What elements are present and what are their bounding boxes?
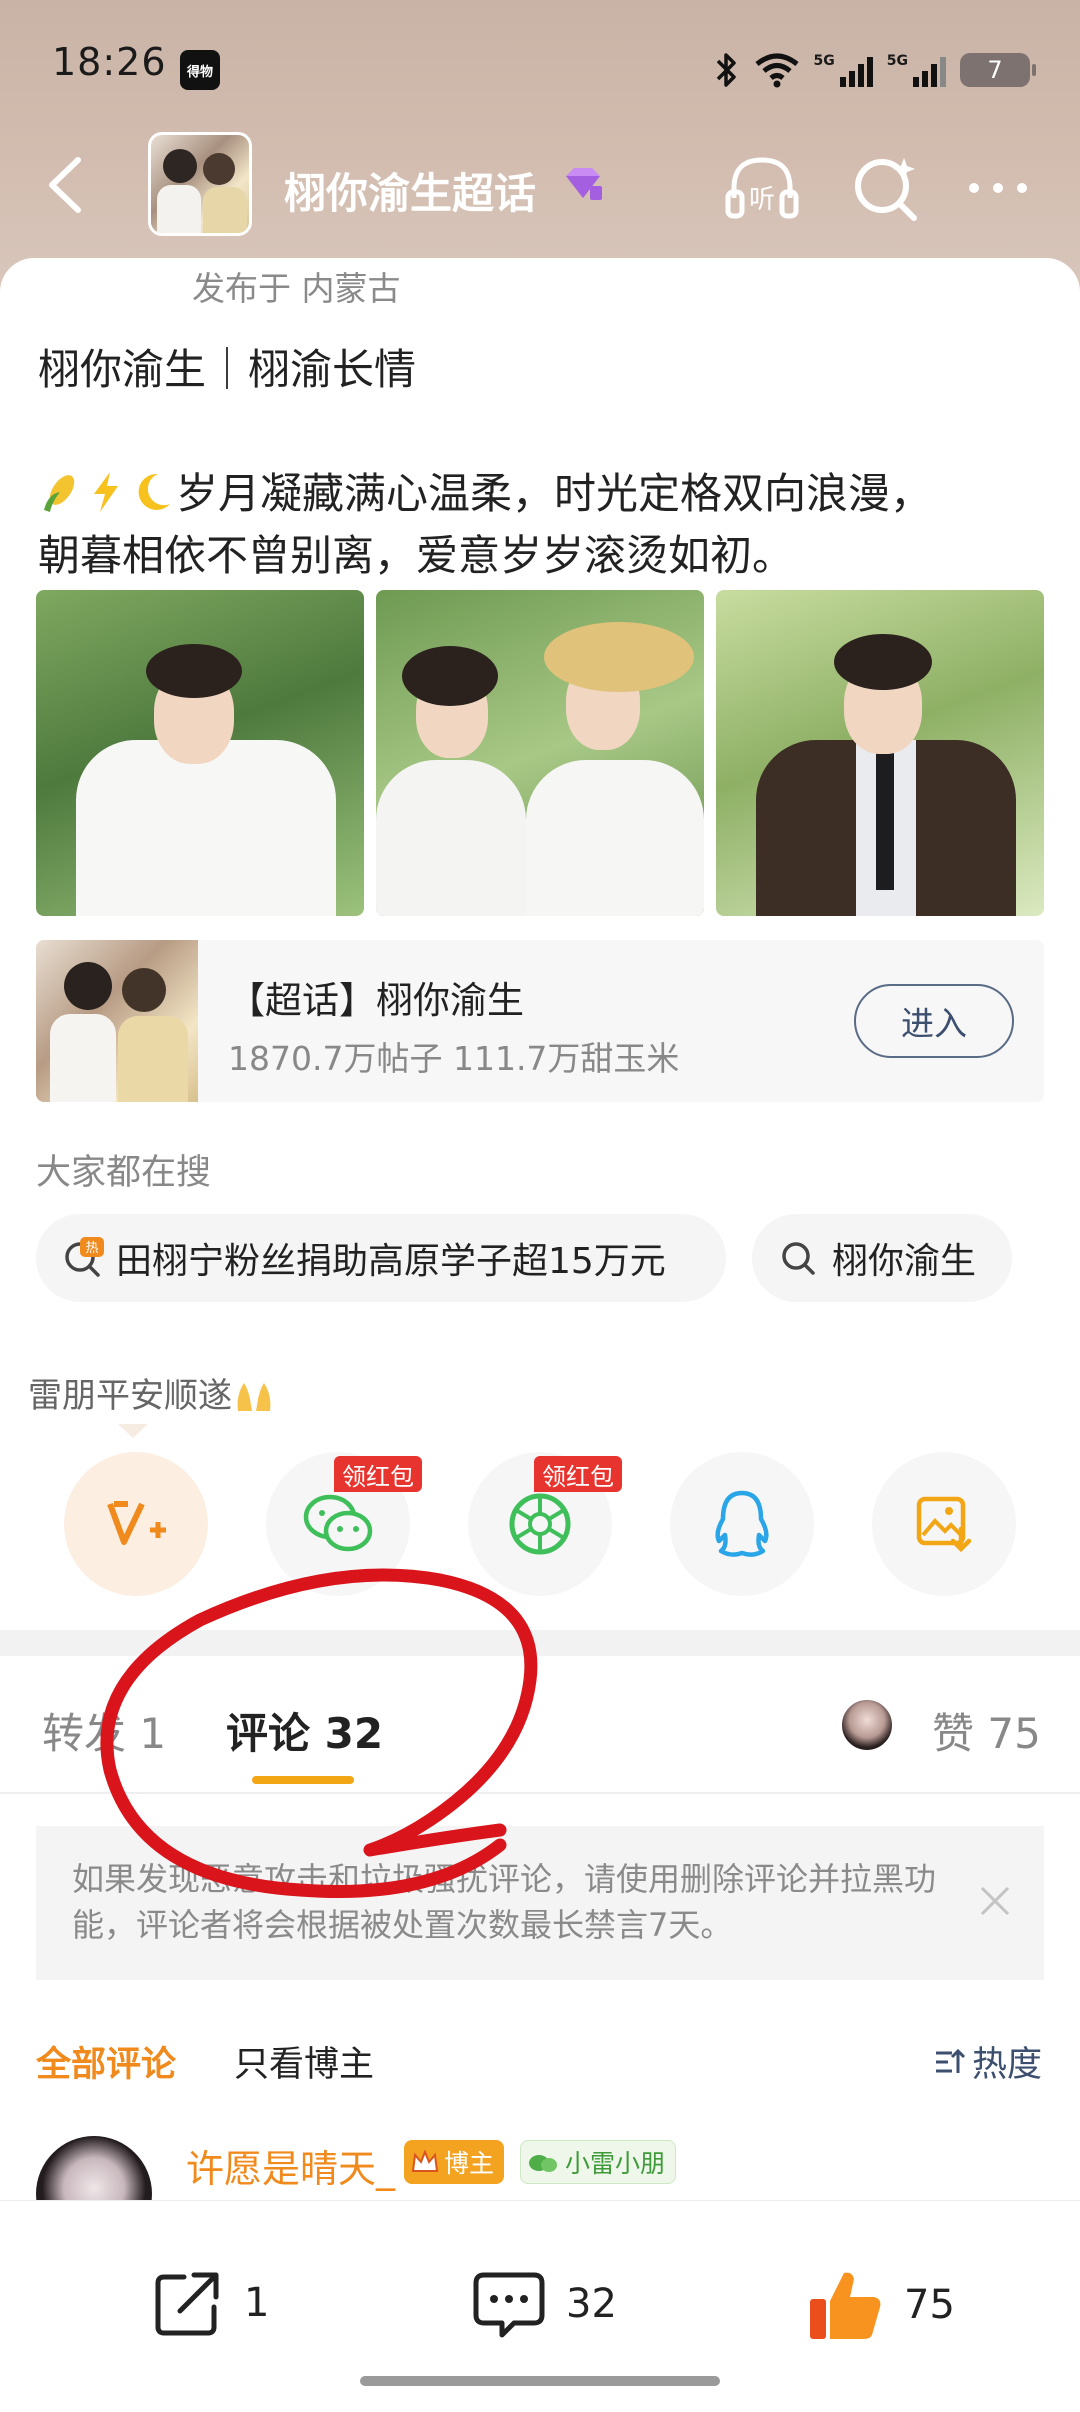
v-plus-icon [107, 1501, 166, 1545]
repost-icon [155, 2272, 219, 2336]
blogger-badge-label: 博主 [444, 2149, 495, 2178]
post-text-line-3: 朝暮相依不曾别离，爱意岁岁滚烫如初。 [38, 531, 795, 580]
repost-action[interactable]: 1 [150, 2265, 269, 2341]
hint-pointer-icon [118, 1424, 148, 1438]
commenter-name[interactable]: 许愿是晴天_ [186, 2138, 395, 2193]
enter-topic-button[interactable]: 进入 [854, 984, 1014, 1058]
super-topic-title: 【超话】栩你渝生 [228, 979, 524, 1022]
cellular-signal-2: 5G [887, 53, 946, 87]
leaf-icon [529, 2155, 557, 2172]
svg-text:热: 热 [85, 1241, 98, 1256]
tab-repost[interactable]: 转发 1 [42, 1700, 166, 1761]
trending-search-chip-1[interactable]: 热 田栩宁粉丝捐助高原学子超15万元 [36, 1214, 726, 1302]
comment-icon [473, 2272, 545, 2338]
battery-indicator: 7 [960, 53, 1036, 87]
listen-headphones-icon[interactable]: 听 [722, 148, 802, 228]
filter-author-only[interactable]: 只看博主 [234, 2036, 374, 2087]
home-indicator [360, 2376, 720, 2386]
post-image-2[interactable] [376, 590, 704, 916]
sort-by-hot[interactable]: 热度 [932, 2036, 1042, 2087]
trending-search-chip-2-text: 栩你渝生 [832, 1241, 977, 1282]
status-bar: 18:26 得物 5G 5G 7 [0, 0, 1080, 130]
app-notification-icon: 得物 [180, 50, 220, 90]
section-divider [0, 1630, 1080, 1656]
search-icon[interactable] [846, 148, 926, 228]
post-text-line-2: 岁月凝藏满心温柔，时光定格双向浪漫， [38, 460, 932, 521]
tab-likes[interactable]: 赞 75 [932, 1700, 1041, 1761]
more-menu-icon[interactable] [958, 148, 1038, 228]
tab-bar-border [0, 1792, 1080, 1794]
moments-shutter-icon [509, 1493, 571, 1555]
moon-emoji-icon [138, 473, 170, 510]
qq-penguin-icon [715, 1490, 769, 1557]
lightning-emoji-icon [94, 472, 118, 512]
like-action[interactable]: 75 [806, 2265, 955, 2345]
post-image-1[interactable] [36, 590, 364, 916]
wifi-icon [754, 53, 799, 88]
back-arrow-icon[interactable] [36, 150, 96, 220]
tab-comments[interactable]: 评论 32 [226, 1700, 383, 1761]
repost-count: 1 [244, 2280, 270, 2326]
hot-search-icon: 热 [65, 1237, 104, 1277]
sort-icon [935, 2048, 966, 2073]
bluetooth-icon [716, 53, 736, 87]
share-hint-text: 雷朋平安顺遂 [28, 1368, 276, 1417]
like-count: 75 [904, 2282, 955, 2328]
cellular-signal-1: 5G [814, 53, 873, 87]
post-text-line-1: 栩你渝生｜栩渝长情 [38, 345, 417, 394]
notice-text: 如果发现恶意攻击和垃圾骚扰评论，请使用删除评论并拉黑功能，评论者将会根据被处置次… [72, 1860, 937, 1944]
comment-action[interactable]: 32 [470, 2265, 617, 2343]
trending-search-chip-1-text: 田栩宁粉丝捐助高原学子超15万元 [116, 1241, 666, 1282]
comment-policy-notice: 如果发现恶意攻击和垃圾骚扰评论，请使用删除评论并拉黑功能，评论者将会根据被处置次… [36, 1826, 1044, 1980]
topic-title[interactable]: 栩你渝生超话 [284, 160, 536, 221]
share-to-v-button[interactable] [64, 1452, 208, 1596]
super-topic-diamond-icon [566, 168, 602, 200]
blogger-badge: 博主 [404, 2140, 505, 2184]
share-to-qq-button[interactable] [670, 1452, 814, 1596]
save-image-button[interactable] [872, 1452, 1016, 1596]
save-image-icon [916, 1496, 972, 1553]
trending-search-label: 大家都在搜 [36, 1153, 212, 1193]
red-packet-badge-1: 领红包 [334, 1456, 422, 1492]
crown-icon [411, 2149, 439, 2172]
share-hint-label: 雷朋平安顺遂 [28, 1376, 232, 1416]
close-icon[interactable] [970, 1876, 1020, 1926]
liker-avatar [840, 1698, 894, 1752]
sort-label: 热度 [971, 2045, 1042, 2085]
filter-all-comments[interactable]: 全部评论 [36, 2036, 176, 2087]
comment-count: 32 [566, 2281, 617, 2327]
active-tab-indicator [252, 1776, 354, 1784]
search-icon [782, 1242, 815, 1275]
post-image-3[interactable] [716, 590, 1044, 916]
status-time: 18:26 [52, 40, 167, 84]
super-topic-card[interactable]: 【超话】栩你渝生 1870.7万帖子 111.7万甜玉米 进入 [36, 940, 1044, 1102]
topic-avatar[interactable] [148, 132, 252, 236]
corn-emoji-icon [44, 475, 75, 512]
status-indicators: 5G 5G 7 [714, 48, 1036, 92]
wechat-icon [303, 1494, 373, 1552]
praying-hands-emoji-icon [237, 1383, 271, 1411]
trending-search-chip-2[interactable]: 栩你渝生 [752, 1214, 1012, 1302]
svg-text:听: 听 [749, 185, 775, 215]
publish-location: 发布于 内蒙古 [192, 269, 401, 308]
super-topic-stats: 1870.7万帖子 111.7万甜玉米 [228, 1039, 680, 1078]
super-topic-thumbnail [36, 940, 198, 1102]
fan-group-badge: 小雷小朋 [520, 2140, 677, 2184]
post-text-line-2-text: 岁月凝藏满心温柔，时光定格双向浪漫， [176, 469, 933, 518]
red-packet-badge-2: 领红包 [534, 1456, 622, 1492]
fan-group-badge-label: 小雷小朋 [565, 2149, 666, 2178]
thumbs-up-icon [810, 2272, 881, 2339]
